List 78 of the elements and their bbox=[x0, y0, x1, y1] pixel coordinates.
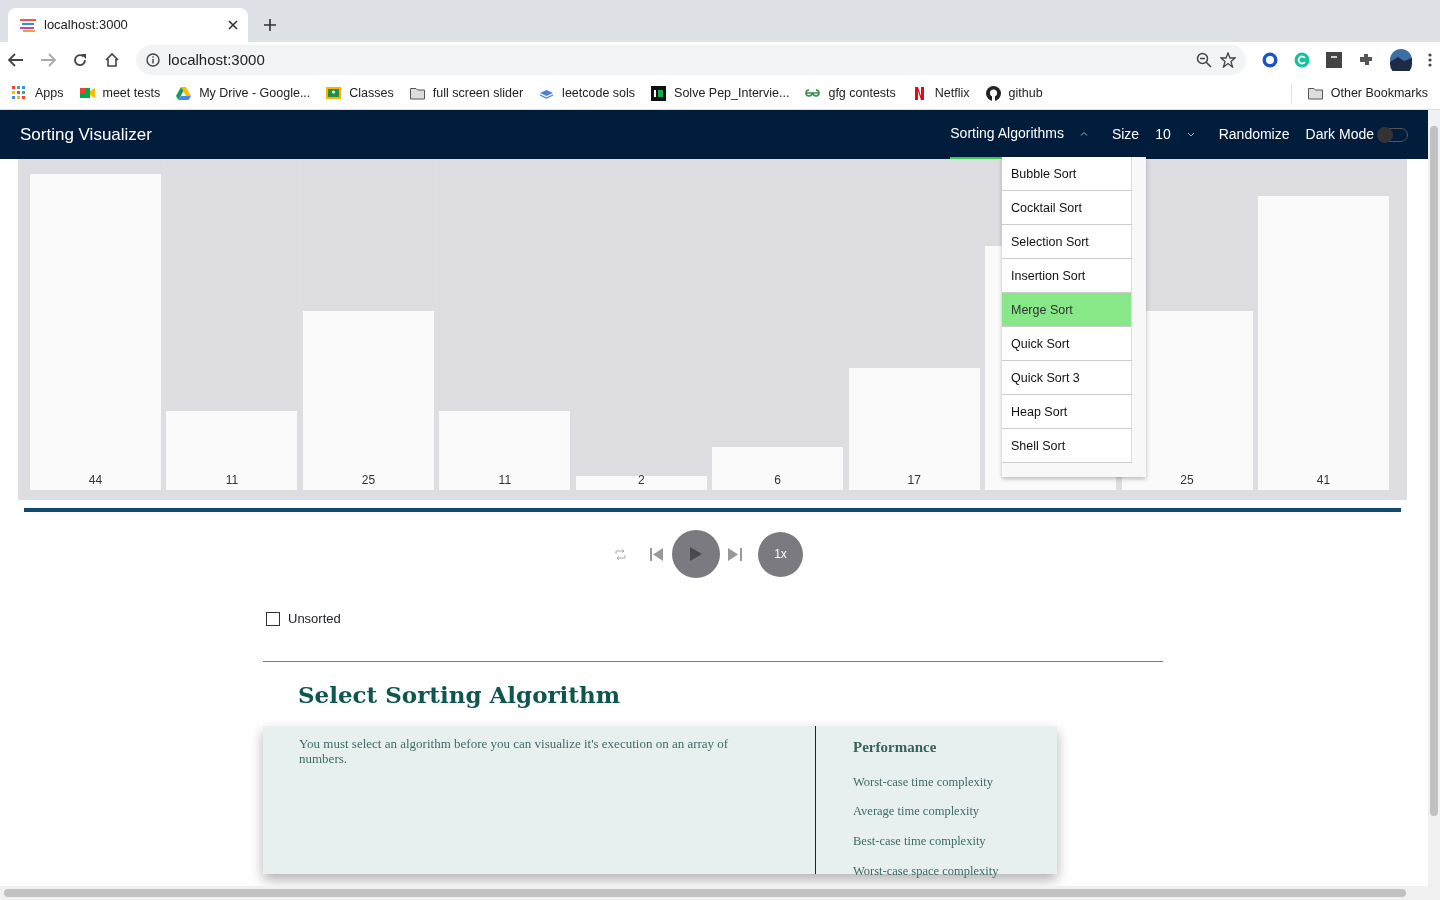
bookmark[interactable]: meet tests bbox=[79, 84, 161, 103]
performance-item: Average time complexity bbox=[853, 803, 981, 821]
browser-tab[interactable]: localhost:3000 bbox=[8, 8, 248, 42]
folder-icon bbox=[1307, 86, 1323, 101]
bookmark[interactable]: Classes bbox=[326, 84, 394, 103]
menu-item[interactable]: Heap Sort bbox=[1002, 395, 1132, 429]
menu-item[interactable]: Quick Sort bbox=[1002, 327, 1132, 361]
bookmark[interactable]: github bbox=[985, 84, 1043, 103]
bookmark[interactable]: Other Bookmarks bbox=[1290, 84, 1428, 103]
caret-icon bbox=[1079, 131, 1088, 136]
caret-icon bbox=[1186, 132, 1195, 137]
unsorted-checkbox[interactable]: Unsorted bbox=[266, 609, 341, 629]
scrollbar[interactable] bbox=[1428, 110, 1440, 900]
bookmark[interactable]: gfg contests bbox=[805, 84, 896, 103]
avatar-icon[interactable] bbox=[1390, 49, 1412, 71]
bookmark[interactable]: full screen slider bbox=[409, 84, 524, 103]
square-logo-icon bbox=[651, 86, 667, 101]
tab-title: localhost:3000 bbox=[44, 16, 129, 35]
app-title[interactable]: Sorting Visualizer bbox=[20, 121, 152, 148]
size-dropdown[interactable]: Size 10 bbox=[1111, 124, 1195, 145]
performance-item: Best-case time complexity bbox=[853, 833, 987, 850]
bookmark[interactable]: leetcode sols bbox=[539, 84, 636, 103]
bar-label: 25 bbox=[1180, 473, 1194, 487]
next-button[interactable] bbox=[728, 547, 742, 561]
bar-label: 11 bbox=[225, 473, 239, 487]
description-text: You must select an algorithm before you can visualize it's execution on an array of numbers. bbox=[299, 736, 730, 766]
address-bar[interactable]: localhost:3000 bbox=[136, 45, 1246, 75]
menu-item[interactable]: Cocktail Sort bbox=[1002, 191, 1132, 225]
bar-label: 6 bbox=[774, 473, 782, 487]
puzzle-icon[interactable] bbox=[1358, 52, 1374, 68]
url-text: localhost:3000 bbox=[168, 49, 266, 70]
skip-back-icon bbox=[650, 547, 664, 561]
bookmark[interactable]: Solve Pep_Intervie... bbox=[651, 84, 790, 103]
scrollbar[interactable] bbox=[0, 886, 1428, 900]
video-camera-icon bbox=[79, 86, 95, 101]
new-tab-icon[interactable] bbox=[264, 19, 276, 31]
zoom-out-icon[interactable] bbox=[1196, 52, 1212, 68]
reload-icon[interactable] bbox=[72, 52, 88, 68]
bar-label: 44 bbox=[88, 473, 103, 487]
menu-item[interactable]: Shell Sort bbox=[1002, 429, 1132, 463]
menu-item[interactable]: Bubble Sort bbox=[1002, 157, 1132, 191]
bookmark[interactable]: Apps bbox=[12, 84, 64, 103]
menu-item[interactable]: Merge Sort bbox=[1002, 293, 1132, 327]
info-icon bbox=[146, 53, 160, 67]
performance-item: Worst-case time complexity bbox=[853, 773, 994, 791]
section-heading: Select Sorting Algorithm bbox=[298, 679, 622, 710]
menu-item[interactable]: Quick Sort 3 bbox=[1002, 361, 1132, 395]
performance-item: Worst-case space complexity bbox=[853, 862, 999, 880]
bar-label: 2 bbox=[637, 473, 645, 487]
bar-label: 17 bbox=[907, 473, 921, 487]
menu-item[interactable]: Insertion Sort bbox=[1002, 259, 1132, 293]
dark-mode-label: Dark Mode bbox=[1305, 125, 1374, 144]
classroom-icon bbox=[326, 86, 342, 101]
folder-icon bbox=[409, 86, 425, 101]
bar-label: 25 bbox=[361, 473, 376, 487]
performance-heading: Performance bbox=[853, 738, 938, 757]
grid-icon bbox=[12, 86, 27, 101]
repeat-icon bbox=[615, 548, 626, 560]
back-icon[interactable] bbox=[8, 53, 24, 67]
github-icon bbox=[985, 86, 1001, 101]
bar-label: 11 bbox=[498, 473, 512, 487]
star-icon[interactable] bbox=[1220, 52, 1236, 68]
bookmark[interactable]: My Drive - Google... bbox=[176, 84, 311, 103]
bar-label: 41 bbox=[1316, 473, 1331, 487]
play-button[interactable] bbox=[672, 530, 720, 578]
more-icon[interactable] bbox=[1428, 53, 1432, 67]
previous-button[interactable] bbox=[650, 547, 664, 561]
bookmark[interactable]: Netflix bbox=[911, 84, 970, 103]
close-icon[interactable] bbox=[228, 20, 238, 30]
play-icon bbox=[690, 547, 702, 561]
speed-button[interactable]: 1x bbox=[758, 531, 803, 577]
extension-square-icon[interactable] bbox=[1326, 52, 1342, 68]
triangle-icon bbox=[176, 86, 192, 101]
randomize-link[interactable]: Randomize bbox=[1218, 124, 1290, 145]
favicon-icon bbox=[20, 18, 36, 32]
skip-forward-icon bbox=[728, 547, 742, 561]
menu-item[interactable]: Selection Sort bbox=[1002, 225, 1132, 259]
home-icon[interactable] bbox=[104, 52, 120, 68]
